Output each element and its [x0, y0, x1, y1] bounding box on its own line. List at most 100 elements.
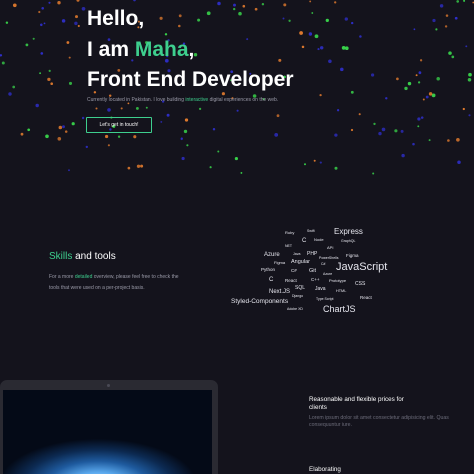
particle-dot: [140, 164, 144, 168]
particle-dot: [334, 166, 338, 170]
particle-dot: [85, 145, 88, 149]
laptop-screen-earth: [3, 390, 212, 474]
particle-dot: [396, 77, 399, 81]
particle-dot: [358, 113, 361, 116]
particle-dot: [415, 74, 418, 77]
particle-dot: [299, 31, 303, 35]
particle-dot: [12, 3, 17, 8]
particle-dot: [43, 22, 46, 25]
particle-dot: [236, 109, 239, 112]
particle-dot: [40, 23, 43, 27]
particle-dot: [75, 15, 78, 19]
hero-heading: Hello, I am Maha, Front End Developer: [87, 4, 294, 96]
particle-dot: [359, 35, 362, 38]
particle-dot: [468, 72, 472, 77]
particle-dot: [1, 61, 5, 65]
particle-dot: [407, 81, 412, 86]
skill-word: React: [360, 295, 372, 300]
particle-dot: [436, 76, 440, 81]
particle-dot: [25, 43, 29, 47]
skill-word: Ruby: [285, 230, 295, 235]
particle-dot: [40, 52, 44, 55]
particle-dot: [27, 128, 31, 132]
skill-word: Django: [292, 294, 304, 298]
particle-dot: [68, 81, 73, 85]
skill-word: PowerShells: [319, 256, 339, 260]
particle-dot: [41, 6, 45, 10]
particle-dot: [468, 114, 471, 117]
hero-greeting: Hello,: [87, 7, 145, 30]
contact-button[interactable]: Let's get in touch!: [86, 117, 152, 133]
particle-dot: [107, 144, 110, 147]
skill-word: C#: [291, 268, 297, 273]
particle-dot: [62, 125, 65, 129]
particle-dot: [234, 157, 238, 161]
particle-dot: [351, 21, 354, 25]
particle-dot: [456, 137, 460, 142]
particle-dot: [212, 128, 216, 131]
particle-dot: [444, 25, 448, 28]
particle-dot: [378, 131, 382, 136]
hero-intro-prefix: I am: [87, 37, 135, 61]
particle-dot: [309, 0, 312, 3]
particle-dot: [467, 78, 472, 82]
particle-dot: [136, 164, 141, 168]
skills-desc-prefix: For a more: [49, 274, 75, 280]
particle-dot: [432, 18, 436, 23]
particle-dot: [344, 17, 348, 21]
particle-dot: [422, 98, 425, 101]
particle-dot: [135, 106, 139, 110]
particle-dot: [58, 125, 63, 130]
particle-dot: [350, 128, 354, 132]
skill-word: C#: [321, 262, 326, 266]
skill-word: HTML: [336, 289, 347, 293]
particle-dot: [404, 86, 408, 91]
particle-dot: [447, 139, 450, 142]
particle-dot: [64, 130, 68, 133]
skill-word: Azure: [264, 252, 280, 258]
particle-dot: [145, 106, 148, 109]
particle-dot: [20, 132, 24, 136]
pricing-description: Lorem ipsum dolor sit amet consectetur a…: [309, 415, 449, 428]
particle-dot: [325, 18, 329, 23]
skill-word: API: [327, 245, 334, 250]
particle-dot: [328, 59, 332, 64]
particle-dot: [304, 163, 306, 166]
particle-dot: [61, 19, 66, 23]
particle-dot: [50, 82, 54, 86]
skills-title: Skills and tools: [49, 251, 179, 262]
particle-dot: [417, 117, 421, 121]
skill-word-cloud[interactable]: Ruby Swift Express C Node GraphQL NET AP…: [225, 222, 425, 322]
particle-dot: [117, 135, 121, 138]
particle-dot: [12, 85, 16, 89]
particle-dot: [186, 144, 189, 147]
laptop-camera: [107, 384, 110, 387]
skill-word: Figma: [274, 260, 286, 265]
particle-dot: [274, 133, 279, 137]
skill-word: Adobe XD: [287, 307, 303, 311]
particle-dot: [341, 46, 346, 50]
particle-dot: [463, 0, 466, 2]
particle-dot: [465, 45, 468, 48]
particle-dot: [68, 56, 71, 59]
particle-dot: [385, 97, 388, 100]
particle-dot: [371, 73, 375, 77]
particle-dot: [373, 122, 376, 126]
particle-dot: [81, 6, 86, 11]
particle-dot: [319, 46, 324, 50]
particle-dot: [133, 135, 137, 139]
particle-dot: [462, 107, 465, 111]
particle-dot: [217, 150, 220, 153]
particle-dot: [311, 12, 314, 14]
particle-dot: [319, 161, 322, 164]
particle-dot: [419, 59, 423, 62]
skill-word: Git: [309, 268, 317, 274]
particle-dot: [45, 134, 49, 139]
particle-dot: [133, 0, 136, 2]
particle-dot: [425, 95, 429, 99]
particle-dot: [401, 153, 405, 158]
hero-name: Maha: [134, 37, 189, 61]
skill-word: Express: [334, 227, 363, 236]
particle-dot: [38, 10, 41, 14]
particle-dot: [314, 34, 319, 39]
